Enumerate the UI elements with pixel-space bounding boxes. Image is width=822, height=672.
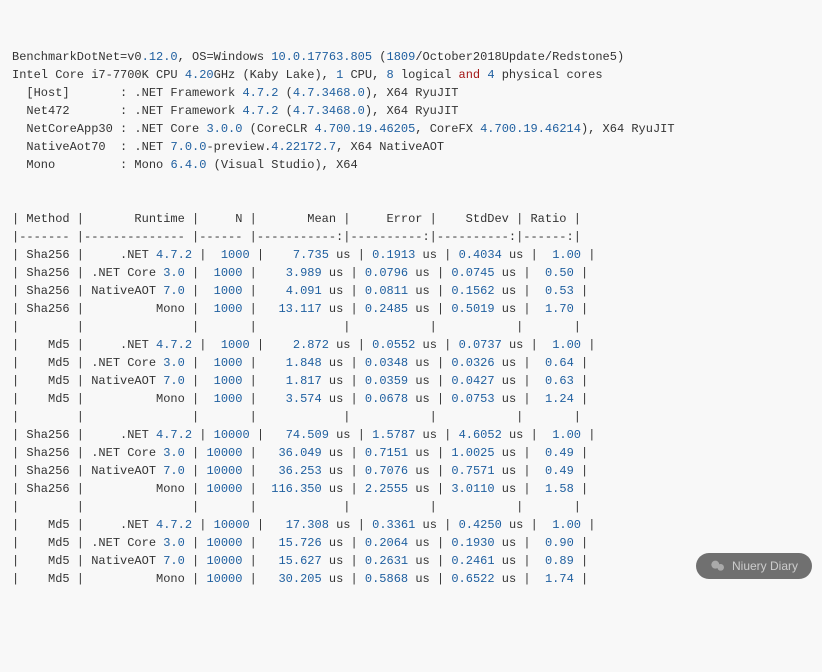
header-line5: NetCoreApp30 : .NET Core 3.0.0 (CoreCLR … [12, 122, 675, 136]
header-line2: Intel Core i7-7700K CPU 4.20GHz (Kaby La… [12, 68, 603, 82]
header-line3: [Host] : .NET Framework 4.7.2 (4.7.3468.… [12, 86, 459, 100]
table-header: | Method | Runtime | N | Mean | Error | … [12, 212, 581, 226]
watermark: Niuery Diary [696, 553, 812, 579]
header-line1: BenchmarkDotNet=v0.12.0, OS=Windows 10.0… [12, 50, 624, 64]
header-line6: NativeAot70 : .NET 7.0.0-preview.4.22172… [12, 140, 444, 154]
header-line7: Mono : Mono 6.4.0 (Visual Studio), X64 [12, 158, 358, 172]
table-separator: |------- |-------------- |------ |------… [12, 230, 581, 244]
benchmark-table-body: | Sha256 | .NET 4.7.2 | 1000 | 7.735 us … [12, 246, 810, 588]
watermark-text: Niuery Diary [732, 557, 798, 575]
wechat-icon [710, 558, 726, 574]
header-line4: Net472 : .NET Framework 4.7.2 (4.7.3468.… [12, 104, 459, 118]
